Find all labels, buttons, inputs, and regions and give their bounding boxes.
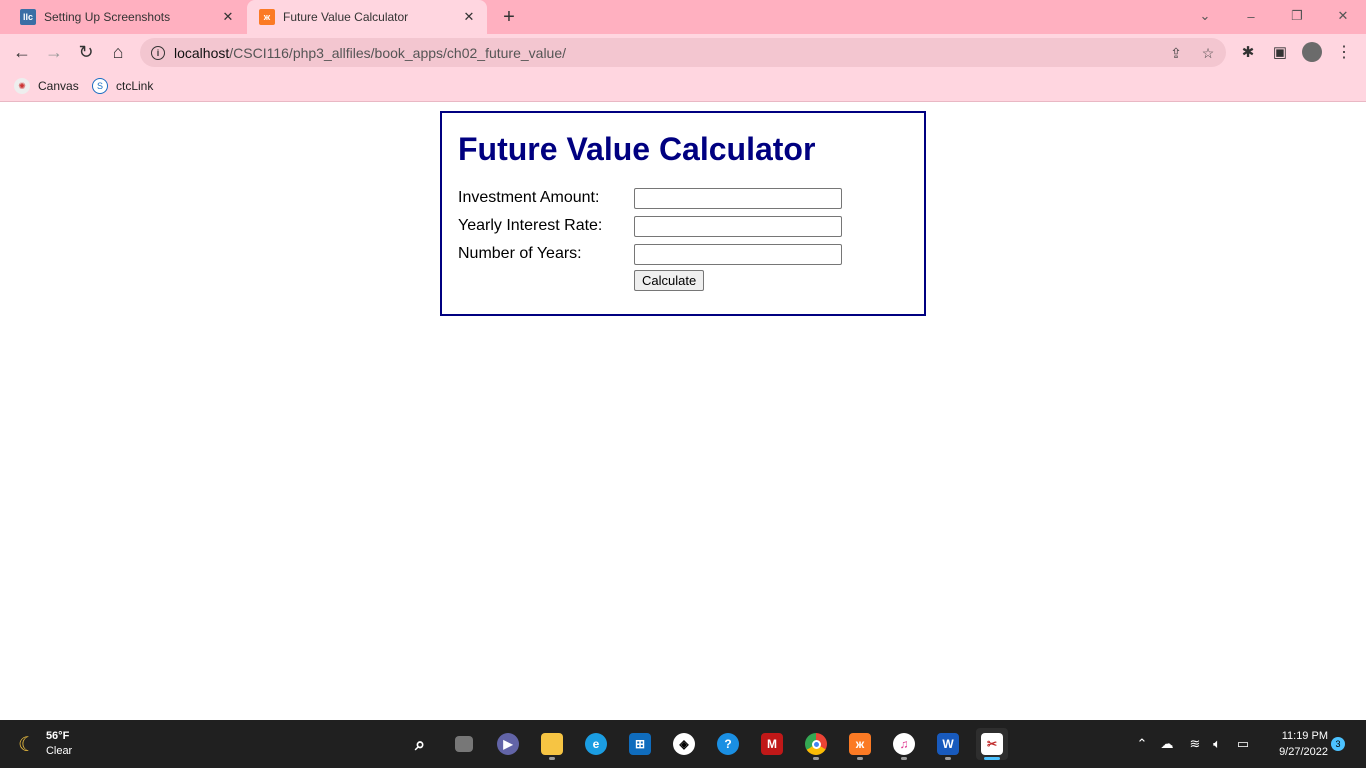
bookmarks-bar: ✺ Canvas S ctcLink — [0, 70, 1366, 102]
url-path: /CSCI116/php3_allfiles/book_apps/ch02_fu… — [229, 44, 567, 61]
address-bar[interactable]: i localhost/CSCI116/php3_allfiles/book_a… — [140, 38, 1226, 67]
itunes-button[interactable]: ♫ — [888, 728, 920, 760]
onedrive-cloud-icon[interactable]: ☁ — [1158, 734, 1176, 754]
mcafee-button[interactable]: M — [756, 728, 788, 760]
xampp-icon: ж — [849, 733, 871, 755]
close-window-icon[interactable]: ✕ — [1331, 4, 1355, 28]
number-of-years-input[interactable] — [634, 243, 842, 265]
back-icon[interactable]: ← — [8, 38, 36, 66]
chat-button[interactable]: ▶ — [492, 728, 524, 760]
bookmark-ctclink[interactable]: S ctcLink — [92, 76, 153, 96]
snipping-tool-button[interactable]: ✂ — [976, 728, 1008, 760]
unity-button[interactable]: ◈ — [668, 728, 700, 760]
calculate-button[interactable]: Calculate — [634, 270, 705, 291]
menu-icon[interactable]: ⋮ — [1330, 38, 1358, 66]
folder-icon — [541, 733, 563, 755]
investment-amount-input[interactable] — [634, 187, 842, 209]
share-icon[interactable]: ⇪ — [1166, 43, 1186, 63]
interest-rate-input[interactable] — [634, 215, 842, 237]
bookmark-label: Canvas — [38, 79, 79, 93]
investment-amount-label: Investment Amount: — [458, 189, 600, 206]
url-host: localhost — [174, 44, 230, 61]
clock[interactable]: 11:19 PM 9/27/2022 — [1262, 728, 1328, 760]
chrome-icon — [805, 733, 827, 755]
edge-button[interactable]: e — [580, 728, 612, 760]
weather-condition: Clear — [45, 745, 73, 757]
music-note-icon: ♫ — [893, 733, 915, 755]
chat-icon: ▶ — [497, 733, 519, 755]
task-view-button[interactable] — [448, 728, 480, 760]
home-icon[interactable]: ⌂ — [104, 38, 132, 66]
canvas-lms-icon: llc — [20, 9, 36, 25]
bookmark-label: ctcLink — [116, 79, 154, 93]
windows-icon — [365, 733, 387, 755]
tab-future-value-calculator[interactable]: ж Future Value Calculator ✕ — [247, 0, 487, 34]
word-icon: W — [937, 733, 959, 755]
edge-icon: e — [585, 733, 607, 755]
task-view-icon — [455, 736, 473, 752]
tab-search-icon[interactable]: ⌄ — [1193, 4, 1217, 28]
forward-icon[interactable]: → — [40, 38, 68, 66]
bookmark-canvas[interactable]: ✺ Canvas — [14, 76, 79, 96]
tab-title: Setting Up Screenshots — [44, 10, 171, 24]
word-button[interactable]: W — [932, 728, 964, 760]
ctclink-icon: S — [92, 78, 108, 94]
browser-toolbar: ← → ↻ ⌂ i localhost/CSCI116/php3_allfile… — [0, 34, 1366, 70]
mcafee-shield-icon: M — [761, 733, 783, 755]
chrome-button[interactable] — [800, 728, 832, 760]
number-of-years-row: Number of Years: — [458, 243, 842, 265]
chevron-up-icon[interactable]: ⌃ — [1134, 734, 1150, 754]
interest-rate-label: Yearly Interest Rate: — [458, 217, 603, 234]
side-panel-icon[interactable]: ▣ — [1266, 38, 1294, 66]
xampp-button[interactable]: ж — [844, 728, 876, 760]
notification-badge[interactable]: 3 — [1331, 737, 1345, 751]
help-button[interactable]: ? — [712, 728, 744, 760]
tab-title: Future Value Calculator — [283, 10, 409, 24]
page-title: Future Value Calculator — [458, 131, 816, 167]
moon-icon: ☾ — [18, 733, 36, 756]
xampp-icon: ж — [259, 9, 275, 25]
weather-temp: 56°F — [45, 730, 70, 742]
unity-icon: ◈ — [673, 733, 695, 755]
canvas-icon: ✺ — [14, 78, 30, 94]
wifi-icon[interactable]: ≋ — [1186, 734, 1204, 754]
new-tab-button[interactable]: + — [498, 6, 520, 28]
tab-strip: llc Setting Up Screenshots ✕ ж Future Va… — [0, 0, 1366, 34]
extensions-icon[interactable]: ✱ — [1234, 38, 1262, 66]
investment-amount-row: Investment Amount: — [458, 187, 842, 209]
volume-icon[interactable]: 🔈︎ — [1209, 734, 1225, 754]
search-button[interactable]: ⌕ — [404, 728, 436, 760]
minimize-icon[interactable]: – — [1239, 4, 1263, 28]
taskbar: ☾ 56°F Clear ⌕ ▶ e ⊞ ◈ ? M ж ♫ W ✂ ⌃ ☁ ≋… — [0, 720, 1366, 768]
search-icon: ⌕ — [414, 733, 426, 754]
clock-date: 9/27/2022 — [1279, 746, 1328, 758]
number-of-years-label: Number of Years: — [458, 245, 582, 262]
tab-setting-up-screenshots[interactable]: llc Setting Up Screenshots ✕ — [8, 0, 246, 34]
file-explorer-button[interactable] — [536, 728, 568, 760]
site-info-icon[interactable]: i — [151, 45, 165, 60]
store-icon: ⊞ — [629, 733, 651, 755]
restore-icon[interactable]: ❐ — [1285, 4, 1309, 28]
calculator-panel: Future Value Calculator Investment Amoun… — [440, 111, 926, 316]
avatar[interactable] — [1298, 38, 1326, 66]
start-button[interactable] — [360, 728, 392, 760]
close-icon[interactable]: ✕ — [459, 7, 479, 27]
clock-time: 11:19 PM — [1281, 730, 1328, 742]
battery-icon[interactable]: ▭ — [1233, 734, 1253, 754]
weather-widget[interactable]: ☾ 56°F Clear — [18, 728, 72, 760]
scissors-icon: ✂ — [981, 733, 1003, 755]
help-icon: ? — [717, 733, 739, 755]
page-content: Future Value Calculator Investment Amoun… — [0, 103, 1366, 720]
reload-icon[interactable]: ↻ — [72, 38, 100, 66]
bookmark-star-icon[interactable]: ☆ — [1198, 43, 1218, 63]
store-button[interactable]: ⊞ — [624, 728, 656, 760]
close-icon[interactable]: ✕ — [218, 7, 238, 27]
interest-rate-row: Yearly Interest Rate: — [458, 215, 842, 237]
url-text[interactable]: localhost/CSCI116/php3_allfiles/book_app… — [174, 45, 566, 61]
